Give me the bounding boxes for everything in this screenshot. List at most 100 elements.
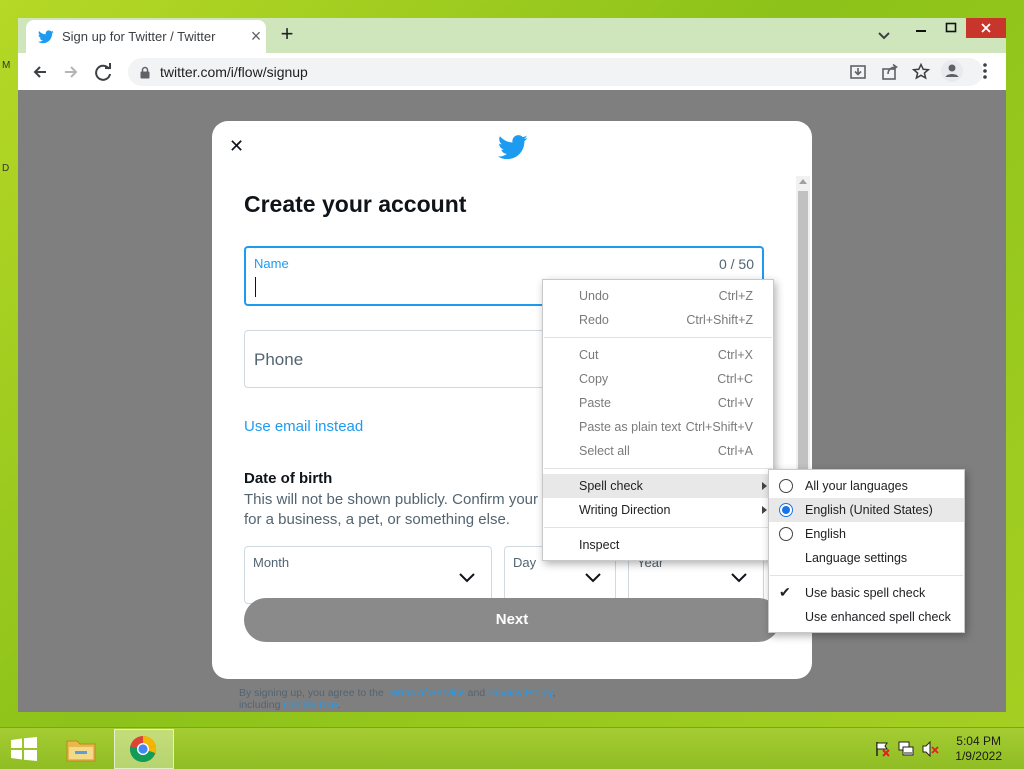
legal-notice: By signing up, you agree to the Terms of…	[239, 687, 559, 711]
browser-toolbar: twitter.com/i/flow/signup	[18, 53, 1006, 91]
day-label: Day	[513, 555, 537, 570]
checkmark-icon: ✔	[779, 584, 791, 600]
menu-kebab-icon[interactable]	[976, 61, 994, 81]
menu-item-label: Copy	[579, 372, 609, 386]
maximize-button[interactable]	[936, 18, 966, 38]
menu-item-cut[interactable]: Cut Ctrl+X	[543, 343, 773, 367]
menu-item-spell-check[interactable]: Spell check	[543, 474, 773, 498]
text-caret	[255, 277, 256, 297]
tab-title: Sign up for Twitter / Twitter	[62, 29, 216, 44]
bookmark-star-icon[interactable]	[911, 62, 931, 82]
menu-separator	[544, 468, 772, 469]
legal-text: .	[337, 699, 341, 711]
name-char-count: 0 / 50	[718, 256, 754, 272]
menu-shortcut: Ctrl+Z	[718, 289, 753, 303]
chevron-down-icon	[459, 573, 475, 583]
system-clock[interactable]: 5:04 PM 1/9/2022	[955, 734, 1002, 764]
taskbar: 5:04 PM 1/9/2022	[0, 727, 1024, 769]
legal-text: and	[464, 687, 489, 699]
menu-separator	[544, 337, 772, 338]
submenu-item-basic-spell-check[interactable]: ✔ Use basic spell check	[769, 581, 964, 605]
menu-item-writing-direction[interactable]: Writing Direction	[543, 498, 773, 522]
month-select[interactable]: Month	[244, 546, 492, 604]
scroll-up-icon[interactable]	[799, 179, 807, 184]
clock-date: 1/9/2022	[955, 749, 1002, 763]
reload-icon[interactable]	[90, 59, 116, 85]
twitter-logo-icon	[498, 135, 528, 160]
install-app-icon[interactable]	[848, 62, 868, 82]
url-text[interactable]: twitter.com/i/flow/signup	[160, 64, 308, 80]
submenu-item-label: English	[805, 527, 846, 541]
month-label: Month	[253, 555, 290, 570]
file-explorer-taskbar-button[interactable]	[58, 730, 104, 767]
menu-shortcut: Ctrl+Shift+V	[685, 420, 753, 434]
maximize-icon	[945, 22, 957, 33]
new-tab-button[interactable]: +	[275, 23, 299, 47]
desktop-icon-label: M	[2, 60, 11, 71]
menu-item-paste[interactable]: Paste Ctrl+V	[543, 391, 773, 415]
menu-separator	[544, 527, 772, 528]
minimize-button[interactable]	[906, 18, 936, 38]
phone-placeholder: Phone	[254, 350, 304, 369]
forward-arrow-icon[interactable]	[58, 59, 84, 85]
menu-item-paste-plain[interactable]: Paste as plain text Ctrl+Shift+V	[543, 415, 773, 439]
twitter-favicon-icon	[38, 30, 54, 44]
submenu-item-label: Language settings	[805, 551, 908, 565]
volume-muted-icon[interactable]	[922, 741, 940, 757]
tab-close-icon[interactable]: ×	[246, 26, 266, 46]
next-button[interactable]: Next	[244, 598, 780, 642]
menu-shortcut: Ctrl+Shift+Z	[686, 313, 753, 327]
menu-item-label: Spell check	[579, 479, 643, 493]
clock-time: 5:04 PM	[956, 734, 1001, 748]
close-modal-icon[interactable]: ✕	[229, 136, 244, 157]
legal-text: By signing up, you agree to the	[239, 687, 387, 699]
name-field-label: Name	[254, 256, 289, 271]
address-bar[interactable]: twitter.com/i/flow/signup	[128, 58, 983, 86]
context-menu: Undo Ctrl+Z Redo Ctrl+Shift+Z Cut Ctrl+X Co…	[542, 279, 774, 561]
menu-item-label: Paste	[579, 396, 611, 410]
submenu-item-english[interactable]: English	[769, 522, 964, 546]
menu-item-label: Undo	[579, 289, 609, 303]
desktop-icon-label: D	[2, 163, 10, 174]
close-icon	[981, 23, 991, 33]
use-email-link[interactable]: Use email instead	[244, 418, 363, 435]
submenu-item-label: English (United States)	[805, 503, 933, 517]
privacy-link[interactable]: Privacy Policy	[488, 687, 553, 699]
lock-icon[interactable]	[139, 66, 151, 79]
menu-item-label: Inspect	[579, 538, 620, 552]
folder-icon	[66, 740, 96, 762]
menu-shortcut: Ctrl+A	[717, 444, 753, 458]
menu-item-redo[interactable]: Redo Ctrl+Shift+Z	[543, 308, 773, 332]
menu-item-label: Writing Direction	[579, 503, 671, 517]
profile-avatar-icon[interactable]	[940, 59, 964, 83]
page-title: Create your account	[244, 191, 467, 217]
chrome-taskbar-button[interactable]	[114, 729, 174, 769]
submenu-item-language-settings[interactable]: Language settings	[769, 546, 964, 570]
terms-link[interactable]: Terms of Service	[387, 687, 465, 699]
chevron-down-icon	[731, 573, 747, 583]
windows-start-icon[interactable]	[10, 737, 38, 761]
submenu-item-label: Use basic spell check	[805, 586, 926, 600]
submenu-item-enhanced-spell-check[interactable]: Use enhanced spell check	[769, 605, 964, 629]
submenu-item-label: All your languages	[805, 479, 908, 493]
tab-search-chevron-icon[interactable]	[874, 25, 894, 45]
submenu-item-all-languages[interactable]: All your languages	[769, 474, 964, 498]
radio-selected-icon	[779, 503, 793, 517]
menu-item-inspect[interactable]: Inspect	[543, 533, 773, 557]
tab-strip: Sign up for Twitter / Twitter × +	[18, 18, 1006, 53]
tab-twitter-signup[interactable]: Sign up for Twitter / Twitter ×	[26, 20, 266, 53]
menu-item-select-all[interactable]: Select all Ctrl+A	[543, 439, 773, 463]
menu-item-undo[interactable]: Undo Ctrl+Z	[543, 284, 773, 308]
menu-item-label: Redo	[579, 313, 609, 327]
submenu-item-label: Use enhanced spell check	[805, 610, 951, 624]
share-icon[interactable]	[880, 62, 900, 82]
menu-item-label: Paste as plain text	[579, 420, 682, 434]
menu-item-copy[interactable]: Copy Ctrl+C	[543, 367, 773, 391]
close-window-button[interactable]	[966, 18, 1006, 38]
action-center-flag-icon[interactable]	[874, 741, 890, 757]
cookie-link[interactable]: Cookie Use	[283, 699, 337, 711]
back-arrow-icon[interactable]	[27, 59, 53, 85]
network-icon[interactable]	[898, 741, 916, 757]
submenu-item-english-us[interactable]: English (United States)	[769, 498, 964, 522]
radio-icon	[779, 479, 793, 493]
